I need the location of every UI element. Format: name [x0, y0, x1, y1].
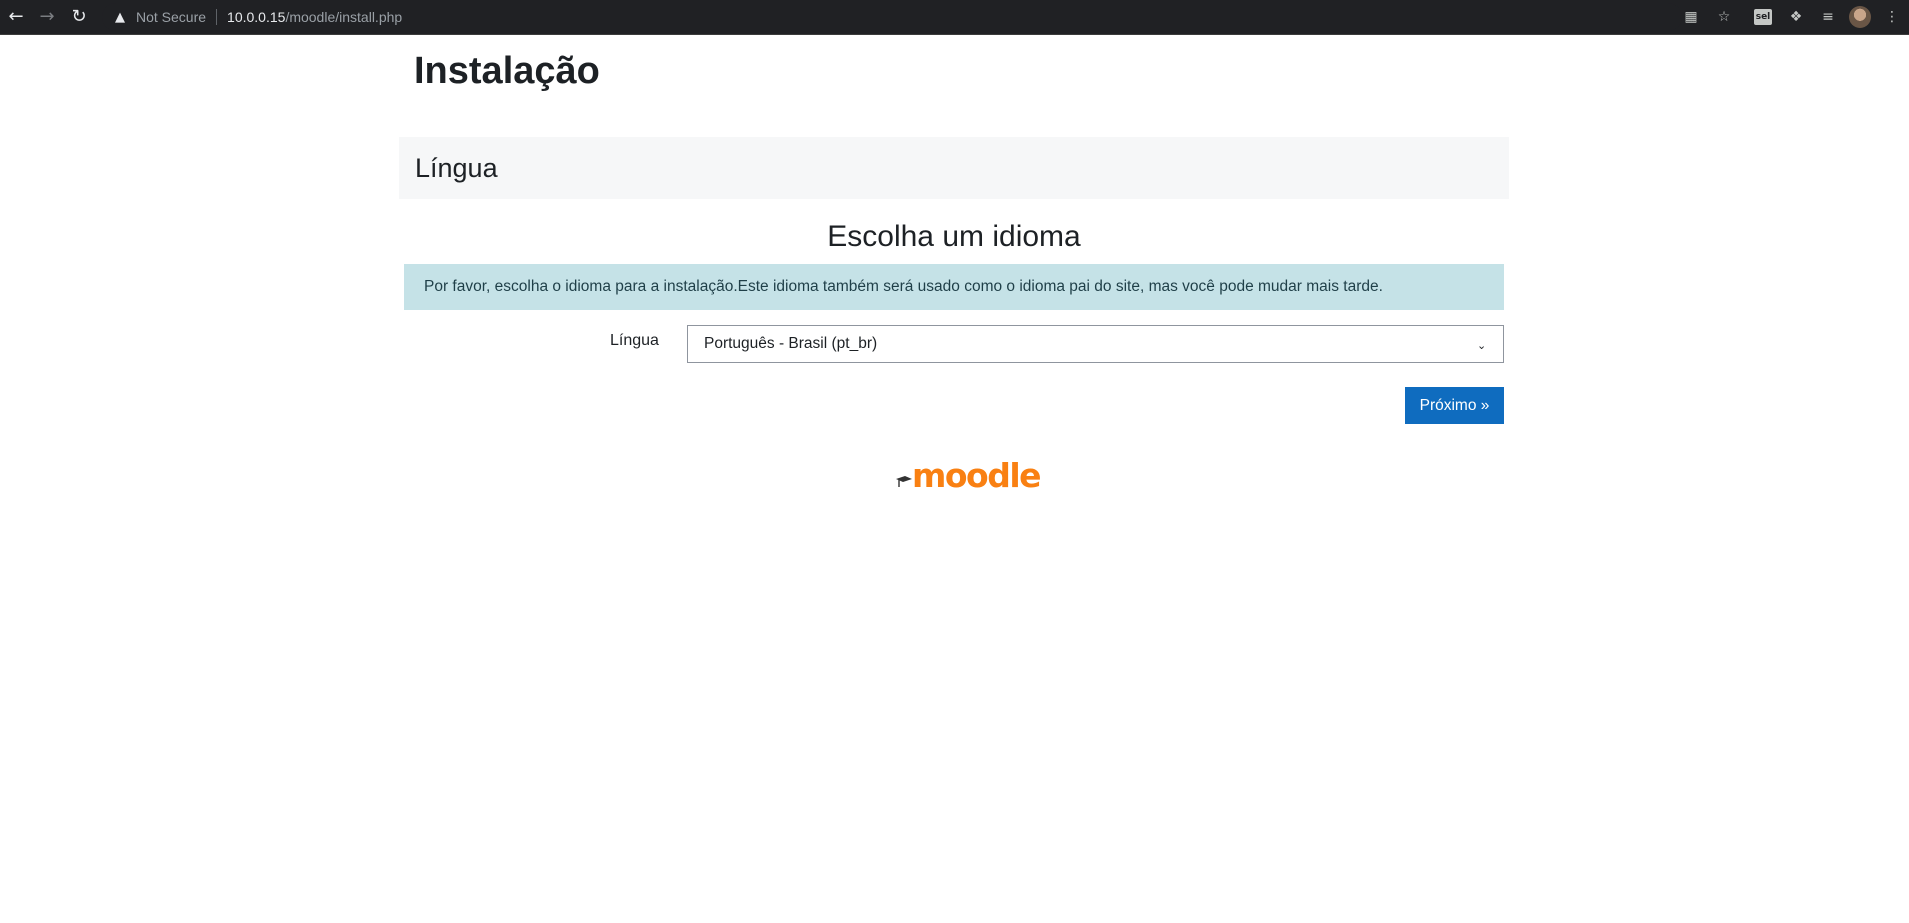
info-alert: Por favor, escolha o idioma para a insta…	[404, 264, 1504, 310]
menu-kebab-icon[interactable]: ⋮	[1881, 6, 1903, 28]
graduation-cap-icon	[896, 476, 912, 487]
reload-icon[interactable]: ↻	[68, 6, 90, 28]
next-button[interactable]: Próximo »	[1405, 387, 1504, 424]
language-select-value: Português - Brasil (pt_br)	[704, 335, 878, 352]
browser-toolbar: ← → ↻ ▲ Not Secure 10.0.0.15/moodle/inst…	[0, 0, 1909, 35]
language-label: Língua	[610, 332, 659, 349]
section-title: Língua	[415, 153, 498, 183]
language-select[interactable]: Português - Brasil (pt_br) ⌄	[687, 325, 1504, 363]
selenium-extension-icon[interactable]: sel	[1754, 9, 1772, 25]
address-bar[interactable]: ▲ Not Secure 10.0.0.15/moodle/install.ph…	[102, 3, 1682, 31]
forward-icon[interactable]: →	[36, 6, 58, 28]
moodle-logo: moodle	[896, 456, 1042, 495]
logo-text: moodle	[912, 456, 1042, 495]
page-title: Instalação	[414, 50, 600, 92]
warning-icon: ▲	[115, 9, 125, 25]
back-icon[interactable]: ←	[5, 6, 27, 28]
url-host: 10.0.0.15	[227, 9, 286, 25]
bookmark-star-icon[interactable]: ☆	[1713, 6, 1735, 28]
section-header: Língua	[399, 137, 1509, 199]
reading-list-icon[interactable]: ≡	[1817, 6, 1839, 28]
extensions-puzzle-icon[interactable]: ❖	[1785, 6, 1807, 28]
url-path: /moodle/install.php	[285, 9, 403, 25]
profile-avatar[interactable]	[1849, 6, 1871, 28]
chevron-down-icon: ⌄	[1477, 339, 1487, 352]
choose-language-heading: Escolha um idioma	[827, 220, 1081, 253]
security-label[interactable]: Not Secure	[136, 9, 206, 25]
translate-icon[interactable]: ▦	[1680, 6, 1702, 28]
address-separator	[216, 9, 218, 25]
